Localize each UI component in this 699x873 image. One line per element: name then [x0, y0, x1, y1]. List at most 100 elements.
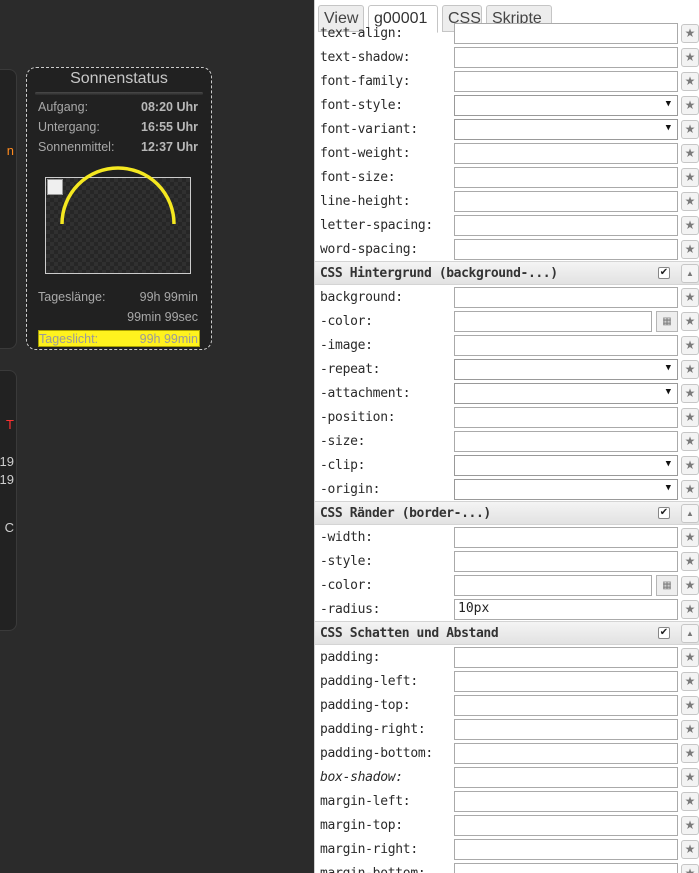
property-select[interactable]: ▼ [454, 479, 678, 500]
property-input[interactable] [454, 815, 678, 836]
star-icon[interactable]: ★ [681, 576, 699, 595]
star-icon[interactable]: ★ [681, 336, 699, 355]
star-icon[interactable]: ★ [681, 144, 699, 163]
property-row: -color: ▦ ★ [315, 309, 699, 333]
collapse-icon[interactable]: ▲ [681, 504, 699, 523]
property-label: -color: [320, 578, 373, 593]
property-input[interactable] [454, 239, 678, 260]
property-input[interactable] [454, 143, 678, 164]
property-select[interactable]: ▼ [454, 455, 678, 476]
section-enable-checkbox[interactable]: ✔ [658, 507, 670, 519]
daylight-row-highlighted[interactable]: Tageslicht: 99h 99min [38, 330, 200, 347]
property-input[interactable] [454, 791, 678, 812]
collapse-icon[interactable]: ▲ [681, 624, 699, 643]
star-icon[interactable]: ★ [681, 288, 699, 307]
partial-widget-left-lower[interactable]: T 19 19 C [0, 370, 17, 631]
star-icon[interactable]: ★ [681, 168, 699, 187]
property-label: word-spacing: [320, 242, 418, 257]
partial-widget-text: T [6, 417, 14, 432]
star-icon[interactable]: ★ [681, 672, 699, 691]
property-input[interactable] [454, 695, 678, 716]
color-input[interactable] [454, 575, 652, 596]
star-icon[interactable]: ★ [681, 648, 699, 667]
property-input[interactable] [454, 431, 678, 452]
property-input[interactable] [454, 527, 678, 548]
star-icon[interactable]: ★ [681, 360, 699, 379]
sun-arc-path [60, 166, 176, 225]
property-label: margin-left: [320, 794, 411, 809]
section-enable-checkbox[interactable]: ✔ [658, 267, 670, 279]
property-label: background: [320, 290, 403, 305]
property-input[interactable] [454, 743, 678, 764]
collapse-icon[interactable]: ▲ [681, 264, 699, 283]
section-header[interactable]: CSS Hintergrund (background-...) ✔ ▲ [315, 261, 699, 285]
star-icon[interactable]: ★ [681, 480, 699, 499]
star-icon[interactable]: ★ [681, 792, 699, 811]
star-icon[interactable]: ★ [681, 528, 699, 547]
section-enable-checkbox[interactable]: ✔ [658, 627, 670, 639]
star-icon[interactable]: ★ [681, 48, 699, 67]
property-label: font-style: [320, 98, 403, 113]
star-icon[interactable]: ★ [681, 456, 699, 475]
property-label: margin-bottom: [320, 866, 426, 873]
sun-arc-image [45, 166, 191, 274]
property-input[interactable] [454, 191, 678, 212]
star-icon[interactable]: ★ [681, 96, 699, 115]
star-icon[interactable]: ★ [681, 720, 699, 739]
color-picker-icon[interactable]: ▦ [656, 575, 678, 596]
daylight-label: Tageslicht: [39, 332, 99, 346]
property-input[interactable] [454, 167, 678, 188]
property-input[interactable] [454, 47, 678, 68]
star-icon[interactable]: ★ [681, 216, 699, 235]
property-select[interactable]: ▼ [454, 95, 678, 116]
property-input[interactable] [454, 215, 678, 236]
property-row: -radius: 10px ★ [315, 597, 699, 621]
star-icon[interactable]: ★ [681, 864, 699, 873]
property-input[interactable] [454, 863, 678, 873]
section-header[interactable]: CSS Ränder (border-...) ✔ ▲ [315, 501, 699, 525]
property-input[interactable] [454, 767, 678, 788]
star-icon[interactable]: ★ [681, 120, 699, 139]
sunset-value: 16:55 Uhr [141, 120, 198, 134]
property-input[interactable] [454, 287, 678, 308]
star-icon[interactable]: ★ [681, 552, 699, 571]
property-input[interactable] [454, 671, 678, 692]
star-icon[interactable]: ★ [681, 384, 699, 403]
star-icon[interactable]: ★ [681, 24, 699, 43]
property-input[interactable] [454, 839, 678, 860]
property-input[interactable] [454, 719, 678, 740]
property-select[interactable]: ▼ [454, 383, 678, 404]
star-icon[interactable]: ★ [681, 432, 699, 451]
star-icon[interactable]: ★ [681, 744, 699, 763]
property-select[interactable]: ▼ [454, 119, 678, 140]
property-input[interactable] [454, 647, 678, 668]
section-header[interactable]: CSS Schatten und Abstand ✔ ▲ [315, 621, 699, 645]
star-icon[interactable]: ★ [681, 240, 699, 259]
property-row: -origin: ▼ ★ [315, 477, 699, 501]
color-input[interactable] [454, 311, 652, 332]
property-input[interactable] [454, 335, 678, 356]
star-icon[interactable]: ★ [681, 816, 699, 835]
property-input[interactable]: 10px [454, 599, 678, 620]
star-icon[interactable]: ★ [681, 312, 699, 331]
partial-widget-text: C [4, 520, 14, 535]
chevron-down-icon: ▼ [665, 459, 671, 469]
chevron-down-icon: ▼ [665, 363, 671, 373]
property-input[interactable] [454, 71, 678, 92]
property-select[interactable]: ▼ [454, 359, 678, 380]
star-icon[interactable]: ★ [681, 696, 699, 715]
property-row: -position: ★ [315, 405, 699, 429]
property-input[interactable] [454, 551, 678, 572]
star-icon[interactable]: ★ [681, 72, 699, 91]
star-icon[interactable]: ★ [681, 192, 699, 211]
property-row: -clip: ▼ ★ [315, 453, 699, 477]
star-icon[interactable]: ★ [681, 600, 699, 619]
color-picker-icon[interactable]: ▦ [656, 311, 678, 332]
star-icon[interactable]: ★ [681, 840, 699, 859]
property-input[interactable] [454, 23, 678, 44]
sun-status-widget[interactable]: Sonnenstatus Aufgang: 08:20 Uhr Untergan… [26, 67, 212, 350]
property-input[interactable] [454, 407, 678, 428]
star-icon[interactable]: ★ [681, 408, 699, 427]
partial-widget-left[interactable]: n [0, 69, 17, 349]
star-icon[interactable]: ★ [681, 768, 699, 787]
